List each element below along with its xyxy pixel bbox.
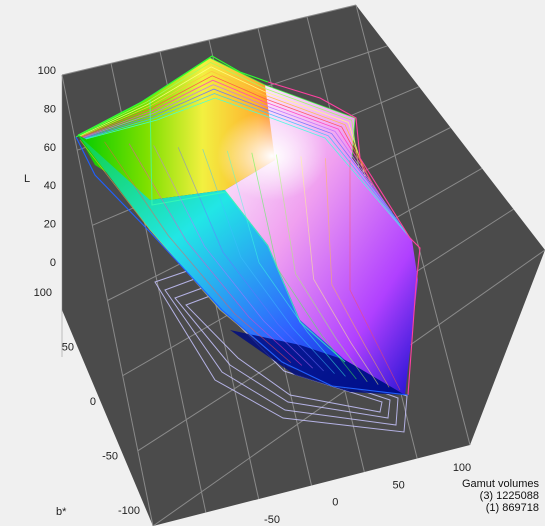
a-tick-label: 50: [393, 479, 405, 491]
l-tick-label: 0: [50, 257, 56, 269]
legend-entry-1: (1) 869718: [485, 502, 539, 514]
b-tick-label: -50: [102, 451, 118, 463]
b-tick-label: 100: [34, 287, 52, 299]
gamut-volumes-legend: Gamut volumes (3) 1225088 (1) 869718: [462, 478, 539, 514]
b-axis-label: b*: [56, 506, 67, 518]
b-tick-label: -100: [118, 505, 140, 517]
gamut-plot-area: 0 20 40 60 80 100 100 50 0 -50 -100 -50 0 50 100 L b…: [24, 4, 545, 526]
l-tick-label: 60: [44, 142, 56, 154]
l-axis-label: L: [24, 173, 30, 185]
l-tick-label: 20: [44, 219, 56, 231]
l-tick-label: 40: [44, 180, 56, 192]
l-tick-label: 100: [38, 65, 56, 77]
gamut-chart: 0 20 40 60 80 100 100 50 0 -50 -100 -50 0 50 100 L b…: [0, 0, 545, 526]
b-tick-label: 50: [62, 342, 74, 354]
l-axis-ticks: 0 20 40 60 80 100: [38, 65, 56, 269]
a-tick-label: 100: [453, 462, 471, 474]
a-tick-label: 0: [332, 497, 338, 509]
b-tick-label: 0: [90, 396, 96, 408]
legend-entry-3: (3) 1225088: [479, 490, 539, 502]
legend-title: Gamut volumes: [461, 478, 539, 490]
l-tick-label: 80: [44, 103, 56, 115]
a-tick-label: -50: [264, 514, 280, 526]
